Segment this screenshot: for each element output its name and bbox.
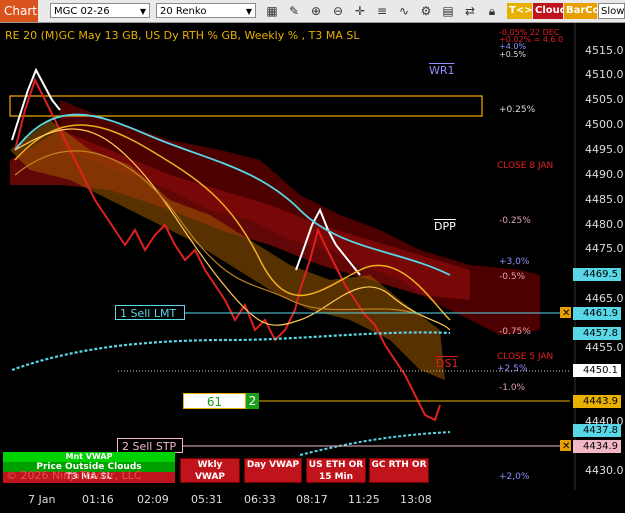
copyright-text: © 2026 NinjaTrader, LLC [6,469,142,482]
x-tick: 08:17 [296,493,328,506]
pct-label: -0.25% [499,216,531,226]
svg-text:✕: ✕ [562,441,570,452]
x-tick: 01:16 [82,493,114,506]
y-tick: 4490.0 [585,168,624,181]
ds1-label: DS1 [436,357,459,370]
position-price-label: 4443.9 [573,395,621,408]
position-quantity[interactable]: 2 [246,393,259,409]
sell-stop-order[interactable]: 2 Sell STP [117,438,183,453]
price-label-4457: 4457.8 [573,327,621,340]
x-tick: 05:31 [191,493,223,506]
x-tick: 02:09 [137,493,169,506]
pct-label: +2,0% [499,472,530,482]
dpp-label: DPP [434,220,456,233]
pct-label: +0.5% [499,50,527,59]
svg-text:✕: ✕ [562,308,570,319]
x-tick: 06:33 [244,493,276,506]
x-tick: 13:08 [400,493,432,506]
chart-window: Chart MGC 02-26 ▼ 20 Renko ▼ ▦ ✎ ⊕ ⊖ ✛ ≡… [0,0,625,513]
sell-limit-order[interactable]: 1 Sell LMT [115,305,185,320]
price-label-4437: 4437.8 [573,424,621,437]
x-tick: 7 Jan [28,493,56,506]
y-tick: 4495.0 [585,143,624,156]
price-label-4461: 4461.9 [573,307,621,320]
wr1-label: WR1 [429,64,455,77]
pct-label: -1.0% [499,383,526,393]
y-tick: 4515.0 [585,44,624,57]
gc-rth-or-button[interactable]: GC RTH OR [369,458,429,483]
wkly-vwap-button[interactable]: Wkly VWAP [180,458,240,483]
x-tick: 11:25 [348,493,380,506]
y-tick: 4485.0 [585,193,624,206]
chart-plot[interactable]: ✕ ✕ [0,0,625,513]
y-tick: 4505.0 [585,93,624,106]
us-eth-or-button[interactable]: US ETH OR 15 Min [306,458,366,483]
close-5jan-label: CLOSE 5 JAN [497,352,554,362]
y-tick: 4430.0 [585,464,624,477]
day-vwap-button[interactable]: Day VWAP [244,458,302,483]
vwap-dotted-upper [11,331,451,372]
mnt-vwap-button[interactable]: Mnt VWAP [3,452,175,462]
price-label-4469: 4469.5 [573,268,621,281]
pct-label: +3,0% [499,257,530,267]
pct-label: +0.25% [499,105,536,115]
y-tick: 4480.0 [585,218,624,231]
chart-header: RE 20 (M)GC May 13 GB, US Dy RTH % GB, W… [5,29,360,42]
y-tick: 4500.0 [585,118,624,131]
last-price-label: 4450.1 [573,364,621,377]
y-tick: 4455.0 [585,341,624,354]
y-tick: 4510.0 [585,68,624,81]
y-tick: 4465.0 [585,292,624,305]
vwap-dotted-lower [299,431,451,456]
y-tick: 4475.0 [585,242,624,255]
pct-label: -0.5% [499,272,526,282]
pct-label: -0.75% [499,327,531,337]
position-pnl[interactable]: 61 [183,393,246,409]
stop-price-label: 4434.9 [573,440,621,453]
pct-label: +2,5% [497,364,528,374]
close-8jan-label: CLOSE 8 JAN [497,161,554,171]
